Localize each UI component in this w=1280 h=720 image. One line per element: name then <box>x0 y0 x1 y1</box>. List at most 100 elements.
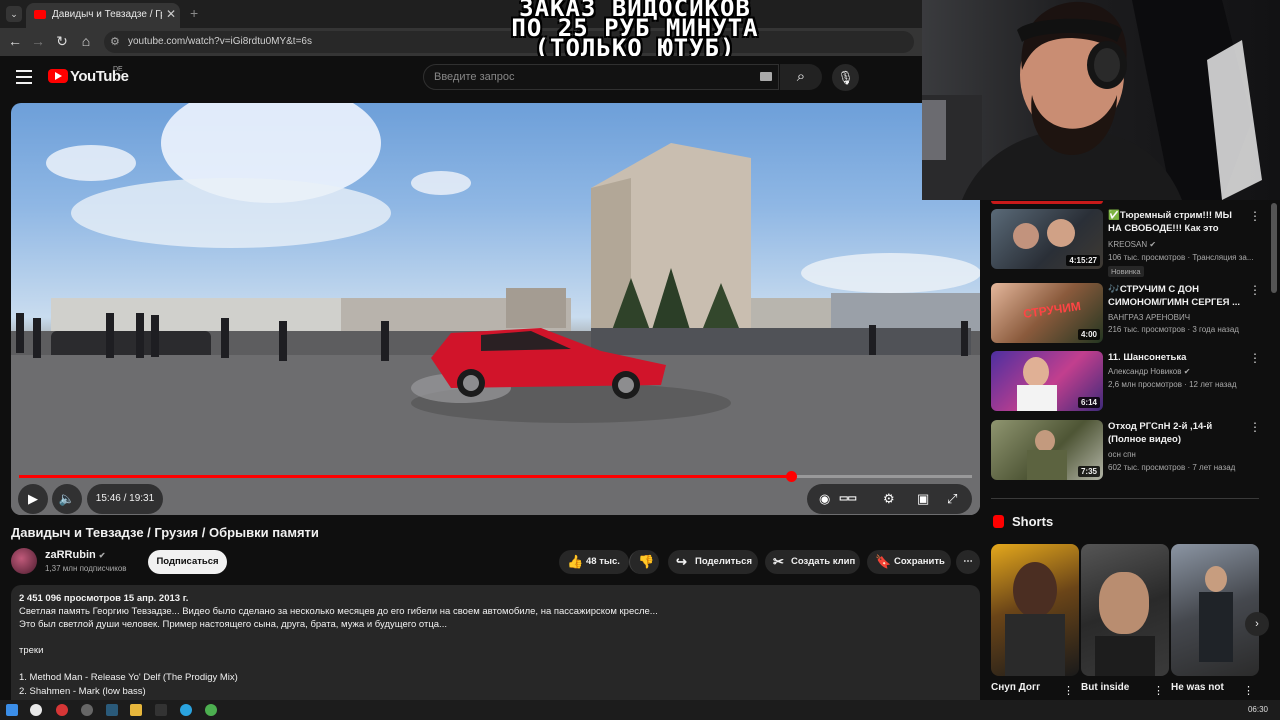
short-title[interactable]: He was not <box>1171 682 1224 693</box>
mic-icon: 🎙 <box>837 70 854 85</box>
more-options-icon[interactable]: ⋮ <box>1153 684 1164 697</box>
short-title[interactable]: Снуп Догг <box>991 682 1040 693</box>
volume-button[interactable]: 🔈 <box>52 484 82 514</box>
app-icon[interactable] <box>155 704 167 716</box>
more-icon: ⋯ <box>963 556 973 567</box>
play-icon: ▶ <box>28 491 38 506</box>
progress-bar[interactable] <box>19 471 972 482</box>
description-box[interactable]: 2 451 096 просмотров 15 апр. 2013 г. Све… <box>11 585 980 705</box>
video-thumbnail[interactable]: СТРУЧИМ 4:00 <box>991 283 1103 343</box>
subscribe-button[interactable]: Подписаться <box>148 550 227 574</box>
tab-close-icon[interactable]: ✕ <box>166 7 176 21</box>
more-options-icon[interactable]: ⋮ <box>1249 351 1261 365</box>
search-button[interactable]: ⌕ <box>780 64 822 90</box>
new-tab-icon[interactable]: + <box>190 5 198 21</box>
recommendation-item[interactable]: 4:15:27 ✅Тюремный стрим!!! МЫ НА СВОБОДЕ… <box>991 209 1261 277</box>
taskbar: 06:30 <box>0 700 1280 720</box>
progress-fill <box>19 475 791 478</box>
country-code: DE <box>113 66 123 73</box>
more-options-icon[interactable]: ⋮ <box>1249 420 1261 434</box>
search-placeholder: Введите запрос <box>434 71 515 83</box>
recommendation-channel[interactable]: KREOSAN ✔ <box>1108 240 1156 249</box>
voice-search-button[interactable]: 🎙 <box>832 64 859 91</box>
chevron-right-icon[interactable]: › <box>1245 612 1269 636</box>
miniplayer-icon[interactable]: ▣ <box>917 484 929 514</box>
stream-overlay-text: ЗАКАЗ ВИДОСИКОВ ПО 25 РУБ МИНУТА (ТОЛЬКО… <box>470 0 800 60</box>
more-actions-button[interactable]: ⋯ <box>956 550 980 574</box>
recommendation-item[interactable]: 7:35 Отход РГСпН 2-й ,14-й (Полное видео… <box>991 420 1261 480</box>
reload-icon[interactable]: ↻ <box>53 33 71 50</box>
thumbs-down-icon: 👎 <box>638 554 655 569</box>
app-icon[interactable] <box>56 704 68 716</box>
like-button[interactable]: 👍 48 тыс. <box>559 550 629 574</box>
more-options-icon[interactable]: ⋮ <box>1249 283 1261 297</box>
short-thumbnail[interactable] <box>991 544 1079 676</box>
new-badge: Новинка <box>1108 266 1144 277</box>
telegram-icon[interactable] <box>180 704 192 716</box>
home-icon[interactable]: ⌂ <box>77 33 95 49</box>
share-label: Поделиться <box>695 556 753 567</box>
app-icon[interactable] <box>81 704 93 716</box>
recommendation-channel[interactable]: Александр Новиков ✔ <box>1108 367 1190 376</box>
channel-name-text: zaRRubin <box>45 549 96 561</box>
verified-icon: ✔ <box>1149 240 1157 249</box>
video-player[interactable]: ▶ 🔈 15:46 / 19:31 ◉ ▭▭ ⚙ ▣ ⤢ <box>11 103 980 515</box>
keyboard-icon[interactable] <box>760 72 772 81</box>
verified-icon: ✔ <box>98 551 106 560</box>
recommendation-title[interactable]: ✅Тюремный стрим!!! МЫ НА СВОБОДЕ!!! Как … <box>1108 209 1244 235</box>
recommendation-title[interactable]: Отход РГСпН 2-й ,14-й (Полное видео) <box>1108 420 1244 446</box>
more-options-icon[interactable]: ⋮ <box>1249 209 1261 223</box>
scrubber-handle[interactable] <box>785 471 797 482</box>
site-info-icon[interactable]: ⚙ <box>110 35 120 48</box>
search-input[interactable]: Введите запрос <box>423 64 779 90</box>
description-line: треки <box>19 645 44 656</box>
forward-icon[interactable]: → <box>29 33 47 49</box>
short-title[interactable]: But inside <box>1081 682 1129 693</box>
recommendation-title[interactable]: 11. Шансонетька <box>1108 351 1244 364</box>
windows-start-icon[interactable] <box>6 704 18 716</box>
more-options-icon[interactable]: ⋮ <box>1063 684 1074 697</box>
tab-search-button[interactable]: ⌄ <box>6 6 22 22</box>
recommendation-channel[interactable]: осн спн <box>1108 450 1136 459</box>
save-button[interactable]: 🔖 Сохранить <box>867 550 951 574</box>
chrome-icon[interactable] <box>205 704 217 716</box>
more-options-icon[interactable]: ⋮ <box>1243 684 1254 697</box>
recommendation-item[interactable]: СТРУЧИМ 4:00 🎶СТРУЧИМ С ДОН СИМОНОМ/ГИМН… <box>991 283 1261 343</box>
recommendation-meta: 216 тыс. просмотров · 3 года назад <box>1108 325 1239 334</box>
video-thumbnail[interactable]: 4:15:27 <box>991 209 1103 269</box>
description-line: Светлая память Георгию Тевзадзе... Видео… <box>19 606 658 617</box>
short-thumbnail[interactable] <box>1171 544 1259 676</box>
yandex-browser-icon[interactable] <box>30 704 42 716</box>
scrollbar[interactable] <box>1271 203 1277 293</box>
menu-icon[interactable] <box>16 70 32 84</box>
play-button[interactable]: ▶ <box>18 484 48 514</box>
divider <box>991 498 1259 499</box>
subtitles-icon[interactable]: ▭▭ <box>839 484 857 514</box>
youtube-logo-icon[interactable] <box>48 69 68 83</box>
app-icon[interactable] <box>106 704 118 716</box>
settings-icon[interactable]: ⚙ <box>883 484 895 514</box>
fullscreen-icon[interactable]: ⤢ <box>947 484 957 514</box>
video-thumbnail[interactable]: 6:14 <box>991 351 1103 411</box>
recommendation-channel[interactable]: ВАНГРАЗ АРЕНОВИЧ <box>1108 313 1190 322</box>
scissors-icon: ✂ <box>773 554 784 569</box>
player-right-controls: ◉ ▭▭ ⚙ ▣ ⤢ <box>807 484 972 514</box>
back-icon[interactable]: ← <box>6 33 24 49</box>
description-line: 2. Shahmen - Mark (low bass) <box>19 686 146 697</box>
folder-icon[interactable] <box>130 704 142 716</box>
view-stats: 2 451 096 просмотров 15 апр. 2013 г. <box>19 593 189 604</box>
recommendation-title[interactable]: 🎶СТРУЧИМ С ДОН СИМОНОМ/ГИМН СЕРГЕЯ ... <box>1108 283 1244 309</box>
thumb-caption: СТРУЧИМ <box>1022 299 1082 321</box>
recommendation-item[interactable]: 6:14 11. Шансонетька Александр Новиков ✔… <box>991 351 1261 411</box>
video-title: Давидыч и Тевзадзе / Грузия / Обрывки па… <box>11 525 319 540</box>
short-thumbnail[interactable] <box>1081 544 1169 676</box>
autoplay-toggle-icon[interactable]: ◉ <box>819 484 830 514</box>
browser-tab[interactable]: Давидыч и Тевзадзе / Грузия /... ✕ <box>26 3 180 28</box>
video-thumbnail[interactable]: 7:35 <box>991 420 1103 480</box>
channel-avatar[interactable] <box>11 548 37 574</box>
clip-button[interactable]: ✂ Создать клип <box>765 550 860 574</box>
duration-badge: 4:00 <box>1077 329 1100 340</box>
share-button[interactable]: ↪ Поделиться <box>668 550 758 574</box>
dislike-button[interactable]: 👎 <box>629 550 659 574</box>
channel-name[interactable]: zaRRubin ✔ <box>45 549 106 561</box>
